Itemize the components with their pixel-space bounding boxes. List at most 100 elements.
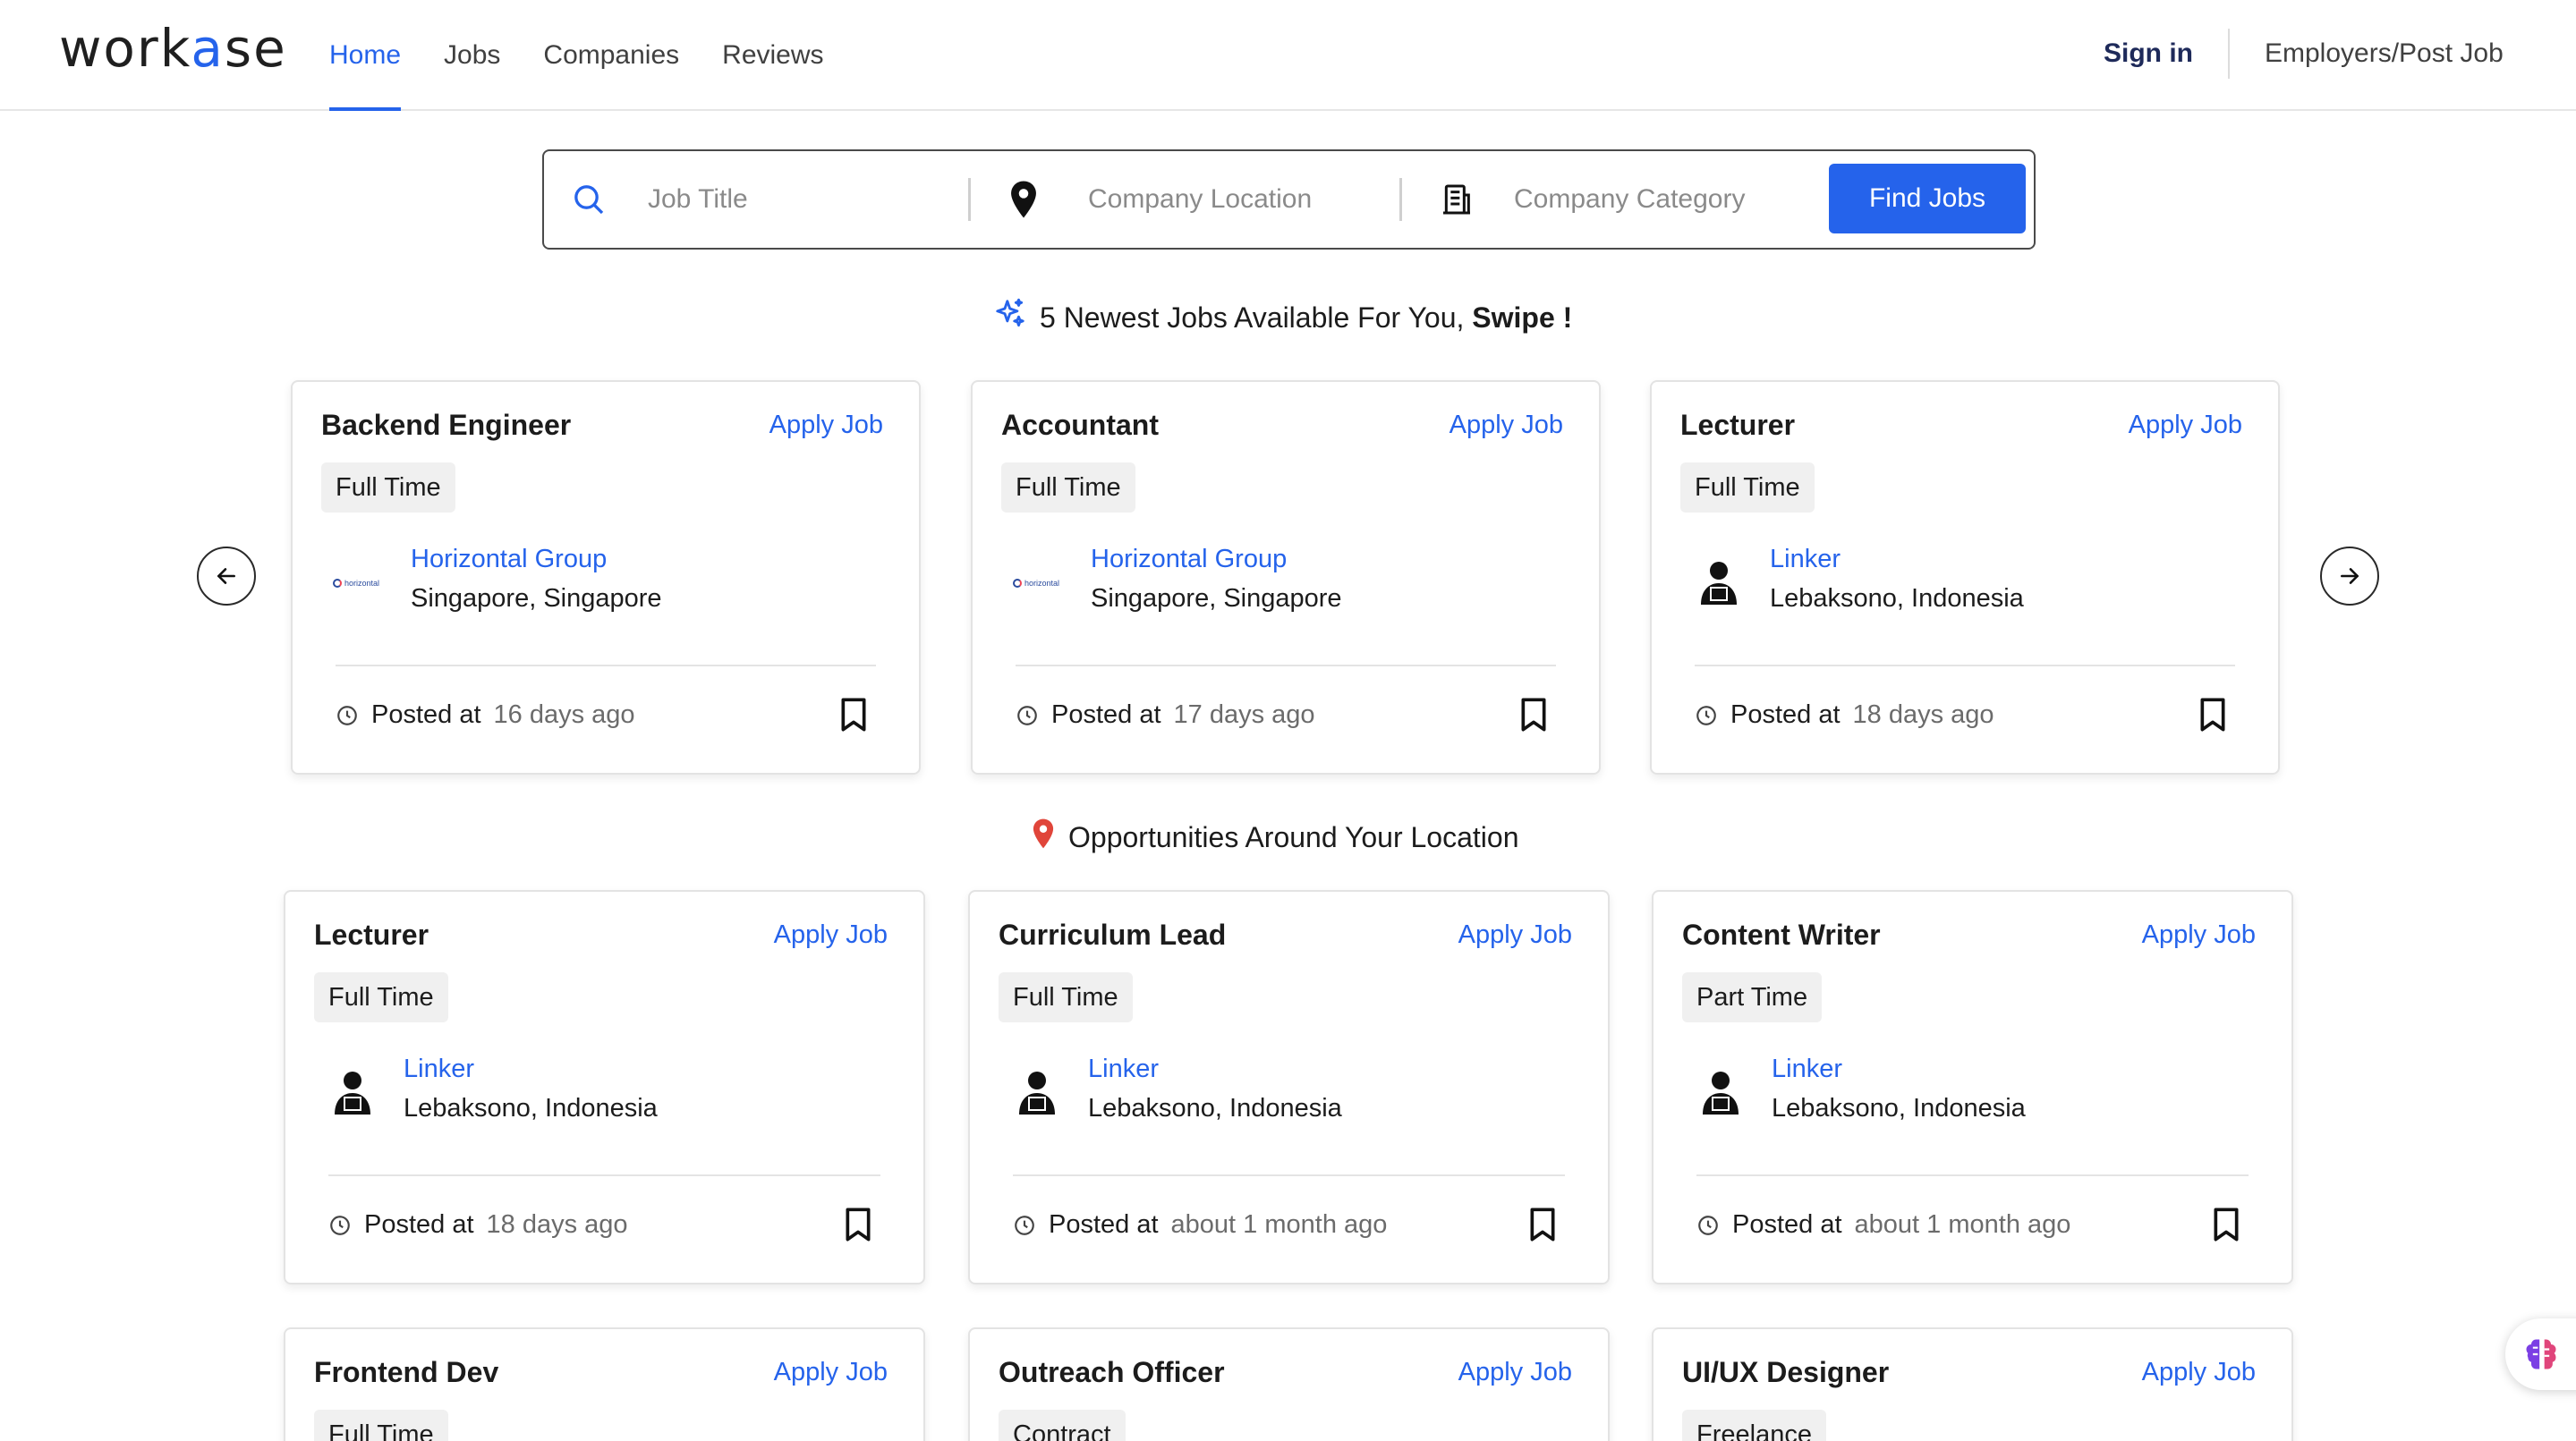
horizontal-logo: horizontal — [328, 552, 391, 615]
job-type-badge: Full Time — [999, 972, 1133, 1022]
company-link[interactable]: Linker — [404, 1055, 474, 1084]
search-divider — [1399, 178, 1402, 221]
search-icon — [569, 180, 608, 219]
job-location: Lebaksono, Indonesia — [1088, 1094, 1342, 1123]
job-type-badge: Full Time — [314, 1410, 448, 1441]
clock-icon — [1696, 705, 1716, 725]
job-title: Frontend Dev — [314, 1356, 499, 1388]
job-title: Content Writer — [1682, 919, 1881, 951]
job-type-badge: Full Time — [1680, 462, 1815, 513]
card-divider — [1695, 665, 2235, 666]
clock-icon — [1698, 1215, 1718, 1235]
person-icon — [1688, 552, 1750, 615]
company-link[interactable]: Linker — [1770, 545, 1841, 574]
bookmark-icon[interactable] — [1527, 1207, 1558, 1242]
job-title: Backend Engineer — [321, 409, 572, 441]
apply-job-link[interactable]: Apply Job — [769, 411, 883, 440]
employers-post-job-link[interactable]: Employers/Post Job — [2265, 0, 2504, 111]
job-title: Lecturer — [1680, 409, 1796, 441]
person-icon — [1006, 1062, 1068, 1124]
posted-info: Posted at 18 days ago — [328, 1210, 628, 1240]
job-card[interactable]: Outreach Officer Apply Job Contract — [968, 1327, 1610, 1441]
nav-home[interactable]: Home — [329, 0, 402, 111]
posted-info: Posted at 18 days ago — [1695, 700, 1994, 730]
card-divider — [328, 1174, 880, 1176]
job-location: Lebaksono, Indonesia — [1770, 584, 2024, 613]
job-card[interactable]: Lecturer Apply Job Full Time Linker Leba… — [1650, 380, 2280, 775]
carousel-next-button[interactable] — [2320, 547, 2379, 606]
apply-job-link[interactable]: Apply Job — [1458, 1358, 1572, 1387]
job-title-field[interactable]: Job Title — [569, 151, 963, 248]
sparkle-icon — [993, 297, 1027, 338]
apply-job-link[interactable]: Apply Job — [1458, 920, 1572, 950]
job-type-badge: Contract — [999, 1410, 1126, 1441]
job-card[interactable]: Frontend Dev Apply Job Full Time — [284, 1327, 925, 1441]
job-type-badge: Freelance — [1682, 1410, 1826, 1441]
nav-companies[interactable]: Companies — [543, 0, 679, 111]
newest-heading-text: 5 Newest Jobs Available For You, — [1040, 301, 1473, 334]
apply-job-link[interactable]: Apply Job — [2142, 1358, 2256, 1387]
clock-icon — [1015, 1215, 1034, 1235]
bookmark-icon[interactable] — [843, 1207, 873, 1242]
location-pin-icon — [1004, 180, 1043, 219]
job-location: Lebaksono, Indonesia — [1772, 1094, 2026, 1123]
job-title: Curriculum Lead — [999, 919, 1227, 951]
apply-job-link[interactable]: Apply Job — [2142, 920, 2256, 950]
job-type-badge: Full Time — [1001, 462, 1135, 513]
posted-info: Posted at about 1 month ago — [1013, 1210, 1387, 1240]
job-type-badge: Full Time — [314, 972, 448, 1022]
find-jobs-button[interactable]: Find Jobs — [1829, 164, 2026, 233]
job-card[interactable]: Content Writer Apply Job Part Time Linke… — [1652, 890, 2293, 1284]
job-card[interactable]: Lecturer Apply Job Full Time Linker Leba… — [284, 890, 925, 1284]
bookmark-icon[interactable] — [2198, 697, 2228, 733]
company-location-field[interactable]: Company Location — [1004, 151, 1398, 248]
job-card[interactable]: UI/UX Designer Apply Job Freelance — [1652, 1327, 2293, 1441]
job-location: Singapore, Singapore — [411, 584, 662, 613]
job-card[interactable]: Backend Engineer Apply Job Full Time hor… — [291, 380, 921, 775]
newest-jobs-heading: 5 Newest Jobs Available For You, Swipe ! — [993, 297, 1572, 338]
card-divider — [336, 665, 876, 666]
bookmark-icon[interactable] — [838, 697, 869, 733]
posted-info: Posted at about 1 month ago — [1696, 1210, 2070, 1240]
apply-job-link[interactable]: Apply Job — [774, 1358, 888, 1387]
sign-in-link[interactable]: Sign in — [2104, 0, 2193, 111]
location-marker-icon — [1031, 818, 1056, 857]
workase-logo[interactable]: workase — [59, 18, 287, 79]
job-location: Singapore, Singapore — [1091, 584, 1342, 613]
nav-reviews[interactable]: Reviews — [722, 0, 823, 111]
job-title: Outreach Officer — [999, 1356, 1225, 1388]
arrow-left-icon — [217, 568, 235, 584]
job-title: Accountant — [1001, 409, 1159, 441]
assistant-widget-button[interactable] — [2505, 1318, 2576, 1390]
nav-jobs[interactable]: Jobs — [444, 0, 500, 111]
job-title: Lecturer — [314, 919, 429, 951]
nearby-heading-text: Opportunities Around Your Location — [1068, 820, 1519, 853]
card-divider — [1016, 665, 1556, 666]
job-title: UI/UX Designer — [1682, 1356, 1890, 1388]
clock-icon — [337, 705, 357, 725]
carousel-prev-button[interactable] — [197, 547, 256, 606]
company-link[interactable]: Linker — [1772, 1055, 1842, 1084]
company-link[interactable]: Linker — [1088, 1055, 1159, 1084]
apply-job-link[interactable]: Apply Job — [1450, 411, 1563, 440]
clock-icon — [1017, 705, 1037, 725]
header-divider — [2228, 29, 2230, 79]
company-category-field[interactable]: Company Category — [1437, 151, 1813, 248]
page: workase Home Jobs Companies Reviews Sign… — [0, 0, 2576, 1441]
job-card[interactable]: Curriculum Lead Apply Job Full Time Link… — [968, 890, 1610, 1284]
apply-job-link[interactable]: Apply Job — [2129, 411, 2242, 440]
company-link[interactable]: Horizontal Group — [1091, 545, 1287, 574]
company-link[interactable]: Horizontal Group — [411, 545, 607, 574]
clock-icon — [330, 1215, 350, 1235]
newest-heading-swipe: Swipe ! — [1472, 301, 1573, 334]
bookmark-icon[interactable] — [1518, 697, 1549, 733]
job-search-bar: Job Title Company Location Company Categ… — [542, 149, 2036, 250]
job-type-badge: Part Time — [1682, 972, 1823, 1022]
arrow-right-icon — [2341, 568, 2359, 584]
main-nav: Home Jobs Companies Reviews — [329, 0, 867, 111]
job-title-placeholder: Job Title — [648, 184, 748, 214]
apply-job-link[interactable]: Apply Job — [774, 920, 888, 950]
bookmark-icon[interactable] — [2211, 1207, 2241, 1242]
posted-info: Posted at 16 days ago — [336, 700, 635, 730]
job-card[interactable]: Accountant Apply Job Full Time horizonta… — [971, 380, 1601, 775]
